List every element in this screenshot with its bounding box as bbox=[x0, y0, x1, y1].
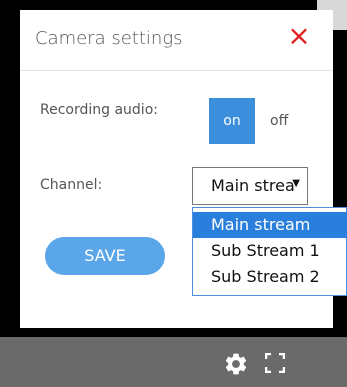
recording-audio-on-button[interactable]: on bbox=[209, 98, 255, 144]
channel-label: Channel: bbox=[40, 177, 103, 193]
channel-select-value: Main stream bbox=[211, 176, 295, 195]
dialog-header: Camera settings × bbox=[20, 10, 333, 71]
recording-audio-label: Recording audio: bbox=[40, 102, 158, 118]
recording-audio-off-button[interactable]: off bbox=[270, 113, 288, 129]
app-screen: Camera settings × Recording audio: on of… bbox=[0, 0, 347, 387]
dialog-title: Camera settings bbox=[35, 28, 183, 49]
close-icon[interactable]: × bbox=[287, 22, 311, 50]
channel-option-main-stream[interactable]: Main stream bbox=[193, 212, 347, 238]
save-button[interactable]: SAVE bbox=[45, 237, 165, 275]
channel-option-sub-stream-2[interactable]: Sub Stream 2 bbox=[193, 264, 347, 290]
chevron-down-icon: ▼ bbox=[292, 178, 300, 189]
gear-icon[interactable] bbox=[223, 351, 249, 377]
channel-dropdown-list: Main stream Sub Stream 1 Sub Stream 2 bbox=[192, 207, 347, 296]
channel-select[interactable]: Main stream ▼ bbox=[192, 167, 308, 205]
channel-option-sub-stream-1[interactable]: Sub Stream 1 bbox=[193, 238, 347, 264]
fullscreen-icon[interactable] bbox=[265, 353, 285, 373]
bottom-toolbar bbox=[0, 337, 347, 387]
